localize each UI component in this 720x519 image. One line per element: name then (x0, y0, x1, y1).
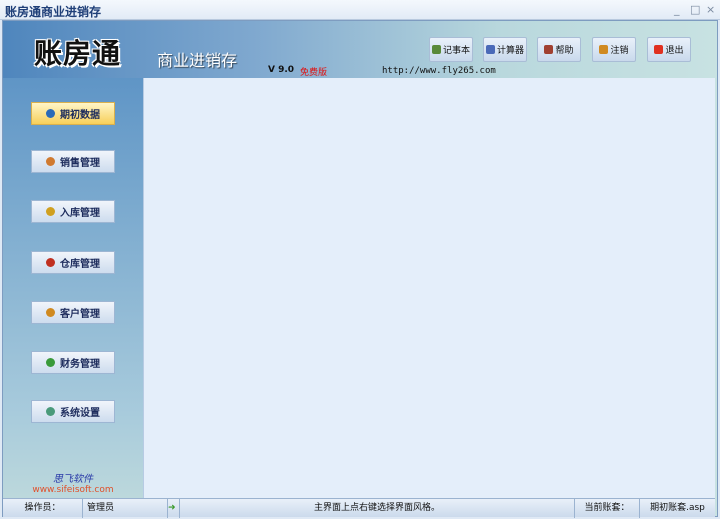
toolbar-button-3[interactable]: 注销 (592, 37, 636, 62)
settings-icon (46, 407, 55, 416)
sidebar-item-label: 期初数据 (60, 110, 100, 121)
company-url[interactable]: www.sifeisoft.com (3, 485, 143, 495)
warehouse-icon (46, 258, 55, 267)
sidebar-item-label: 财务管理 (60, 359, 100, 370)
version-label: V 9.0 (268, 65, 295, 75)
toolbar-button-label: 注销 (610, 46, 629, 56)
sales-icon (46, 157, 55, 166)
toolbar-button-4[interactable]: 退出 (647, 37, 691, 62)
title-bar: 账房通商业进销存 _ □ × (0, 0, 720, 20)
close-button[interactable]: × (706, 3, 715, 16)
content-area[interactable] (143, 78, 715, 498)
sidebar-item-5[interactable]: 财务管理 (31, 351, 115, 374)
toolbar-button-1[interactable]: 计算器 (483, 37, 527, 62)
sidebar-item-label: 入库管理 (60, 208, 100, 219)
sidebar-item-3[interactable]: 仓库管理 (31, 251, 115, 274)
finance-icon (46, 358, 55, 367)
toolbar-button-label: 记事本 (442, 46, 470, 56)
operator-value: 管理员 (83, 499, 168, 518)
account-value: 期初账套.asp (650, 503, 705, 513)
exit-icon (654, 45, 664, 54)
sidebar-item-label: 仓库管理 (60, 259, 100, 270)
sidebar-item-1[interactable]: 销售管理 (31, 150, 115, 173)
toolbar-button-label: 计算器 (496, 46, 524, 56)
sidebar-item-0[interactable]: 期初数据 (31, 102, 115, 125)
sidebar-item-2[interactable]: 入库管理 (31, 200, 115, 223)
sidebar (3, 78, 143, 498)
sidebar-item-label: 客户管理 (60, 309, 100, 320)
box-icon (46, 207, 55, 216)
account-label: 当前账套： (575, 499, 640, 518)
logout-user-icon (599, 45, 609, 54)
toolbar-button-0[interactable]: 记事本 (429, 37, 473, 62)
sidebar-item-label: 销售管理 (60, 158, 100, 169)
sidebar-item-6[interactable]: 系统设置 (31, 400, 115, 423)
app-subtitle: 商业进销存 (157, 51, 238, 70)
toolbar-button-label: 帮助 (555, 46, 574, 56)
maximize-button[interactable]: □ (690, 3, 700, 16)
website-link[interactable]: http://www.fly265.com (382, 66, 496, 76)
arrow-icon: ➜ (168, 499, 180, 518)
status-bar: 操作员： 管理员 ➜ 主界面上点右键选择界面风格。 当前账套： 期初账套.asp (3, 498, 715, 518)
sidebar-item-4[interactable]: 客户管理 (31, 301, 115, 324)
sidebar-item-label: 系统设置 (60, 408, 100, 419)
toolbar-button-label: 退出 (665, 46, 684, 56)
minimize-button[interactable]: _ (674, 3, 680, 16)
customers-icon (46, 308, 55, 317)
book-icon (46, 109, 55, 118)
calculator-icon (485, 45, 495, 54)
status-message: 主界面上点右键选择界面风格。 (180, 499, 575, 518)
help-icon (544, 45, 554, 54)
toolbar-button-2[interactable]: 帮助 (537, 37, 581, 62)
company-brand: 思飞软件 www.sifeisoft.com (3, 470, 143, 495)
app-logo: 账房通 (34, 37, 122, 70)
edition-label: 免费版 (300, 68, 328, 78)
operator-label: 操作员： (3, 499, 83, 518)
window-title: 账房通商业进销存 (5, 5, 102, 19)
company-name: 思飞软件 (53, 474, 93, 485)
notepad-icon (431, 45, 441, 54)
